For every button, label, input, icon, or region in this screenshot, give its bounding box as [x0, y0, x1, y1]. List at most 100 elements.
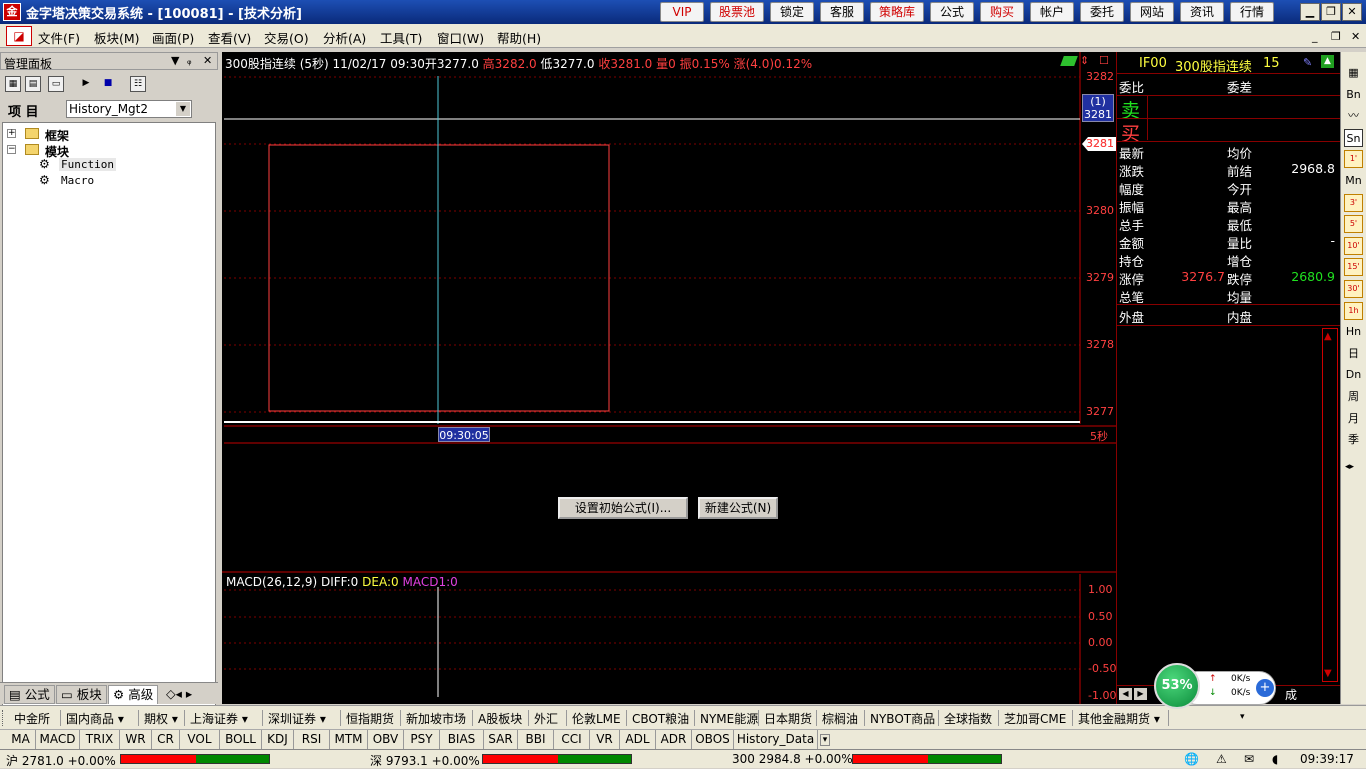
restore-button[interactable]: ❐ [1321, 3, 1341, 21]
indicator-obos[interactable]: OBOS [692, 730, 734, 749]
chart-area[interactable]: 300股指连续 (5秒) 11/02/17 09:30开3277.0 高3282… [222, 52, 1116, 704]
panel-close-icon[interactable]: ✕ [203, 54, 212, 67]
category-tab-7[interactable]: A股板块 [478, 710, 522, 727]
tick-scrollbar[interactable]: ▲ ▼ [1322, 328, 1338, 682]
chevron-down-icon[interactable]: ▼ [176, 102, 190, 116]
period-6[interactable]: 3' [1344, 193, 1363, 212]
message-icon[interactable]: ✉ [1244, 752, 1254, 766]
indicator-obv[interactable]: OBV [368, 730, 404, 749]
indicator-adr[interactable]: ADR [656, 730, 692, 749]
category-tab-6[interactable]: 新加坡市场 [406, 710, 466, 727]
play-icon[interactable]: ▶ [78, 76, 94, 92]
category-tab-14[interactable]: NYBOT商品 [870, 710, 935, 727]
period-12[interactable]: Hn [1344, 323, 1363, 341]
menu-item-2[interactable]: 画面(P) [152, 28, 194, 47]
period-5[interactable]: Mn [1344, 172, 1363, 190]
strip-scroll-icon[interactable]: ◂▸ [1345, 462, 1354, 472]
category-tab-9[interactable]: 伦敦LME [572, 710, 621, 727]
menu-item-3[interactable]: 查看(V) [208, 28, 251, 47]
tree-node-function[interactable]: ⚙ Function [39, 158, 129, 173]
mdi-close-button[interactable]: ✕ [1351, 30, 1360, 43]
period-1[interactable]: Bn [1344, 86, 1363, 104]
indicator-macd[interactable]: MACD [36, 730, 80, 749]
plus-icon[interactable]: + [1256, 679, 1274, 697]
indicator-psy[interactable]: PSY [404, 730, 440, 749]
indicator-vr[interactable]: VR [590, 730, 620, 749]
top-button-6[interactable]: 购买 [980, 2, 1024, 22]
menu-item-6[interactable]: 工具(T) [380, 28, 422, 47]
indicator-more-icon[interactable]: ▾ [820, 734, 830, 746]
top-button-10[interactable]: 资讯 [1180, 2, 1224, 22]
top-button-8[interactable]: 委托 [1080, 2, 1124, 22]
chart-type-icon[interactable]: ▦ [1344, 64, 1363, 82]
maximize-icon[interactable]: ☐ [1099, 54, 1109, 67]
axis-arrows-icon[interactable]: ⇕ [1080, 54, 1089, 67]
scroll-down-icon[interactable]: ▼ [1324, 668, 1332, 679]
period-4[interactable]: 1' [1344, 150, 1363, 169]
top-button-5[interactable]: 公式 [930, 2, 974, 22]
category-tab-2[interactable]: 期权 ▾ [144, 710, 178, 727]
top-button-1[interactable]: 股票池 [710, 2, 764, 22]
line-chart-icon[interactable]: 〰 [1344, 107, 1363, 125]
indicator-cr[interactable]: CR [152, 730, 180, 749]
category-tab-10[interactable]: CBOT粮油 [632, 710, 689, 727]
list-view-icon[interactable]: ▤ [25, 76, 41, 92]
category-tab-1[interactable]: 国内商品 ▾ [66, 710, 124, 727]
expand-icon[interactable]: + [7, 129, 16, 138]
category-tab-0[interactable]: 中金所 [14, 710, 50, 727]
top-button-7[interactable]: 帐户 [1030, 2, 1074, 22]
period-10[interactable]: 30' [1344, 280, 1363, 298]
tab-sector[interactable]: ▭ 板块 [56, 685, 107, 704]
menu-item-0[interactable]: 文件(F) [38, 28, 80, 47]
speaker-icon[interactable]: ◖ [1272, 752, 1278, 766]
indicator-bbi[interactable]: BBI [518, 730, 554, 749]
indicator-kdj[interactable]: KDJ [262, 730, 294, 749]
panel-dropdown-icon[interactable]: ▼ [171, 54, 179, 67]
indicator-history_data[interactable]: History_Data [734, 730, 818, 749]
tab-scroll-icon[interactable]: ◇◂ ▸ [162, 685, 196, 704]
indicator-wr[interactable]: WR [120, 730, 152, 749]
indicator-vol[interactable]: VOL [180, 730, 220, 749]
top-button-3[interactable]: 客服 [820, 2, 864, 22]
category-tab-15[interactable]: 全球指数 [944, 710, 992, 727]
menu-logo-icon[interactable]: ◪ [6, 26, 32, 46]
period-9[interactable]: 15' [1344, 258, 1363, 277]
menu-item-7[interactable]: 窗口(W) [437, 28, 484, 47]
top-button-9[interactable]: 网站 [1130, 2, 1174, 22]
period-14[interactable]: Dn [1344, 366, 1363, 384]
scroll-up-icon[interactable]: ▲ [1324, 331, 1332, 342]
page-left-icon[interactable]: ◀ [1119, 688, 1132, 700]
category-tab-11[interactable]: NYME能源 [700, 710, 758, 727]
top-button-0[interactable]: VIP [660, 2, 704, 22]
stop-icon[interactable]: ■ [100, 76, 116, 92]
set-initial-formula-button[interactable]: 设置初始公式(I)... [558, 497, 688, 519]
indicator-rsi[interactable]: RSI [294, 730, 330, 749]
new-formula-button[interactable]: 新建公式(N) [698, 497, 778, 519]
alert-icon[interactable]: ⚠ [1216, 752, 1227, 766]
menu-item-5[interactable]: 分析(A) [323, 28, 366, 47]
category-tab-3[interactable]: 上海证券 ▾ [190, 710, 248, 727]
category-tab-17[interactable]: 其他金融期货 ▾ [1078, 710, 1160, 727]
category-tab-5[interactable]: 恒指期货 [346, 710, 394, 727]
properties-icon[interactable]: ☷ [130, 76, 146, 92]
collapse-up-icon[interactable]: ▲ [1321, 55, 1334, 68]
indicator-adl[interactable]: ADL [620, 730, 656, 749]
item-select[interactable]: History_Mgt2 ▼ [66, 100, 192, 118]
period-8[interactable]: 10' [1344, 236, 1363, 255]
top-button-2[interactable]: 锁定 [770, 2, 814, 22]
mdi-minimize-button[interactable]: _ [1312, 30, 1318, 43]
minimize-button[interactable]: ▁ [1300, 3, 1320, 21]
collapse-icon[interactable]: − [7, 145, 16, 154]
period-13[interactable]: 日 [1344, 345, 1363, 363]
pen-icon[interactable]: ✎ [1303, 56, 1312, 69]
indicator-boll[interactable]: BOLL [220, 730, 262, 749]
period-17[interactable]: 季 [1344, 431, 1363, 449]
indicator-bias[interactable]: BIAS [440, 730, 484, 749]
indicator-sar[interactable]: SAR [484, 730, 518, 749]
period-3[interactable]: Sn [1344, 128, 1363, 147]
category-tab-4[interactable]: 深圳证券 ▾ [268, 710, 326, 727]
print-icon[interactable]: ▭ [48, 76, 64, 92]
period-15[interactable]: 周 [1344, 388, 1363, 406]
top-button-4[interactable]: 策略库 [870, 2, 924, 22]
more-icon[interactable]: ▾ [1240, 712, 1245, 722]
